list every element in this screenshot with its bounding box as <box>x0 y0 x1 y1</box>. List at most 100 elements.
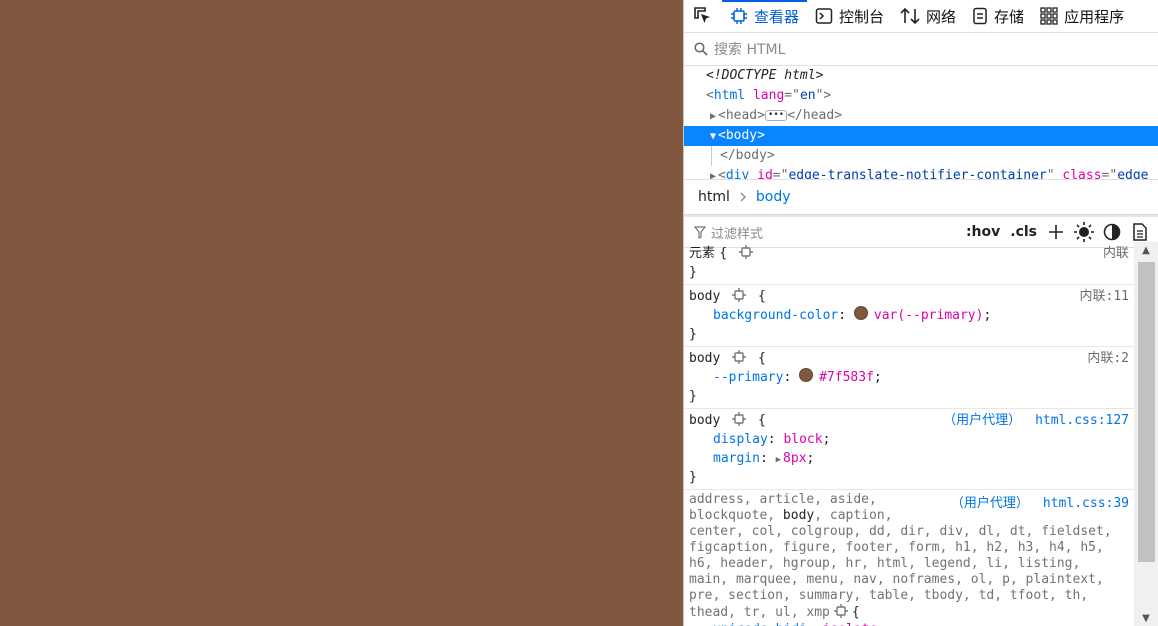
body-open-tag: <body> <box>718 128 765 143</box>
property-value[interactable]: isolate <box>823 622 878 626</box>
selector-text: blockquote, <box>689 508 783 523</box>
tab-console[interactable]: 控制台 <box>807 0 892 32</box>
scroll-up-arrow-icon[interactable]: ▲ <box>1134 242 1158 258</box>
print-simulation-button[interactable] <box>1128 221 1152 243</box>
storage-icon <box>973 7 987 25</box>
page-viewport <box>0 0 683 626</box>
rule-body-useragent: body { （用户代理） html.css:127 display: block… <box>684 409 1134 490</box>
breadcrumb-item-body[interactable]: body <box>756 189 791 205</box>
classes-button[interactable]: .cls <box>1007 224 1040 240</box>
open-brace: { <box>757 413 766 428</box>
filter-icon <box>694 225 706 239</box>
property-value[interactable]: #7f583f <box>819 370 874 385</box>
body-close-tag: </body> <box>720 148 775 163</box>
rule-block-elements: （用户代理） html.css:39 address, article, asid… <box>684 490 1134 626</box>
rules-scrollbar[interactable]: ▲ ▼ <box>1134 242 1158 626</box>
property-value[interactable]: var(--primary) <box>874 308 984 323</box>
declaration[interactable]: margin: ▶ 8px; <box>689 449 1129 468</box>
selector-line: pre, section, summary, table, tbody, td,… <box>689 588 1129 604</box>
html-search-placeholder: 搜索 HTML <box>714 42 786 58</box>
breadcrumb-item-html[interactable]: html <box>698 189 730 205</box>
add-rule-button[interactable] <box>1044 221 1068 243</box>
markup-node-body[interactable]: ▼ <body> <box>684 126 1158 146</box>
declaration[interactable]: background-color: var(--primary); <box>689 306 1129 325</box>
div-tag-name: div <box>725 168 750 180</box>
rule-source[interactable]: 内联:2 <box>1087 349 1129 368</box>
rule-source[interactable]: 内联:11 <box>1080 287 1129 306</box>
collapsed-content-icon[interactable]: ••• <box>764 110 788 121</box>
declaration[interactable]: display: block; <box>689 430 1129 449</box>
html-search-field[interactable]: 搜索 HTML <box>684 33 1158 66</box>
network-icon <box>900 7 920 25</box>
tab-network[interactable]: 网络 <box>892 0 964 32</box>
selector-text: pre, section, summary, table, tbody, td,… <box>689 588 1089 603</box>
declaration[interactable]: unicode-bidi: isolate; <box>689 620 1129 626</box>
selector-line: blockquote, body, caption, <box>689 508 1129 524</box>
filter-styles-placeholder: 过滤样式 <box>711 226 764 242</box>
rule-source[interactable]: （用户代理） html.css:127 <box>943 411 1129 430</box>
property-name[interactable]: display <box>713 432 768 447</box>
dark-scheme-button[interactable] <box>1100 221 1124 243</box>
application-icon <box>1040 7 1058 25</box>
html-tag-name: html <box>713 88 746 103</box>
scrollbar-thumb[interactable] <box>1138 262 1155 562</box>
tab-inspector-label: 查看器 <box>754 7 800 26</box>
close-brace: } <box>689 327 697 342</box>
console-icon <box>815 8 833 24</box>
light-scheme-button[interactable] <box>1072 221 1096 243</box>
markup-node-body-close[interactable]: </body> <box>684 146 1158 166</box>
div-id-value: edge-translate-notifier-container <box>788 168 1047 180</box>
open-brace: { <box>851 605 860 620</box>
selector-text: main, marquee, menu, nav, noframes, ol, … <box>689 572 1104 587</box>
property-name[interactable]: margin <box>713 451 760 466</box>
rule-gear-icon[interactable] <box>732 412 747 432</box>
rule-selector: body <box>689 289 721 304</box>
expand-arrow-icon[interactable]: ▶ <box>708 107 718 127</box>
property-name[interactable]: unicode-bidi <box>713 622 807 626</box>
expand-arrow-icon[interactable]: ▶ <box>708 167 718 179</box>
scroll-down-arrow-icon[interactable]: ▼ <box>1134 610 1158 626</box>
picker-icon <box>694 7 710 23</box>
div-id-attr: id <box>757 168 773 180</box>
filter-styles-field[interactable]: 过滤样式 <box>694 223 959 242</box>
tab-console-label: 控制台 <box>839 7 885 26</box>
tab-storage-label: 存储 <box>994 7 1025 26</box>
indent-guide <box>711 146 712 166</box>
html-attr-value: en <box>799 88 816 103</box>
selector-list: address, article, aside, blockquote, body… <box>689 492 1129 620</box>
hover-states-button[interactable]: :hov <box>963 224 1003 240</box>
color-swatch[interactable] <box>799 368 814 382</box>
search-icon <box>694 42 708 56</box>
tab-inspector[interactable]: 查看器 <box>722 0 808 32</box>
selector-line: thead, tr, ul, xmp { <box>689 604 1129 620</box>
collapse-arrow-icon[interactable]: ▼ <box>708 127 718 147</box>
markup-node-doctype[interactable]: <!DOCTYPE html> <box>684 66 1158 86</box>
property-name[interactable]: background-color <box>713 308 838 323</box>
tag-bracket: < <box>718 168 726 180</box>
tab-storage[interactable]: 存储 <box>964 0 1032 32</box>
rule-gear-icon[interactable] <box>739 245 754 265</box>
tab-application[interactable]: 应用程序 <box>1032 0 1132 32</box>
rule-source[interactable]: 内联 <box>1103 244 1129 263</box>
rule-close-brace: } <box>689 265 697 280</box>
element-picker-button[interactable] <box>684 0 722 32</box>
rule-gear-icon[interactable] <box>732 350 747 370</box>
rule-selector: body <box>689 413 721 428</box>
color-swatch[interactable] <box>853 306 868 320</box>
contrast-icon <box>1103 223 1121 241</box>
source-link[interactable]: html.css:127 <box>1035 413 1129 428</box>
declaration[interactable]: --primary: #7f583f; <box>689 368 1129 387</box>
div-class-attr: class <box>1062 168 1102 180</box>
tab-network-label: 网络 <box>926 7 957 26</box>
doctype-text: <!DOCTYPE html> <box>706 68 824 83</box>
property-value[interactable]: 8px <box>783 451 806 466</box>
property-value[interactable]: block <box>783 432 822 447</box>
markup-node-div[interactable]: ▶ <div id="edge-translate-notifier-contai… <box>684 166 1158 180</box>
markup-node-head[interactable]: ▶ <head> ••• </head> <box>684 106 1158 126</box>
open-brace: { <box>757 351 766 366</box>
rule-gear-icon[interactable] <box>732 288 747 308</box>
selector-text: , caption, <box>814 508 893 523</box>
rule-element: 元素 { 内联 } <box>684 242 1134 285</box>
markup-node-html[interactable]: <html lang="en"> <box>684 86 1158 106</box>
property-name[interactable]: --primary <box>713 370 783 385</box>
